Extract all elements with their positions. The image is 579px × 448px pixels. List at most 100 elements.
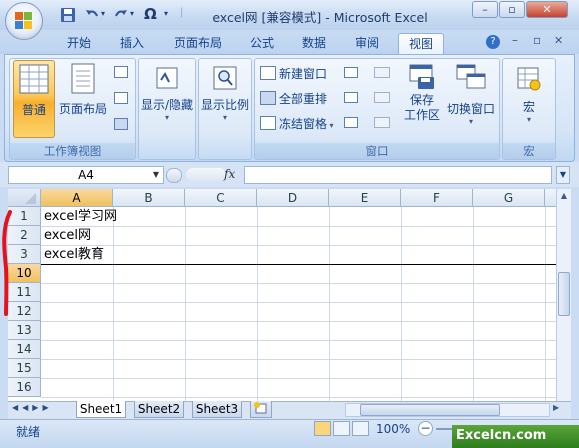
tab-page-layout[interactable]: 页面布局 [166,33,230,54]
split-icon[interactable] [344,67,358,78]
scroll-right-icon[interactable]: ▶ [553,403,559,412]
switch-windows-dropdown-icon: ▾ [468,117,473,126]
column-header-f[interactable]: F [401,189,473,207]
column-header-g[interactable]: G [473,189,545,207]
row-header-15[interactable]: 15 [8,359,41,378]
status-page-break-icon[interactable] [352,421,369,436]
status-normal-view-icon[interactable] [314,421,331,436]
zoom-button[interactable]: 显示比例 ▾ [199,60,251,136]
formula-input[interactable] [244,166,552,184]
synchronous-scrolling-icon[interactable] [374,92,390,103]
red-annotation-mark [2,210,12,316]
undo-icon[interactable] [84,7,100,23]
tab-data[interactable]: 数据 [292,33,336,54]
cell-a2[interactable]: excel网 [44,226,91,245]
sheet-tab-sheet2[interactable]: Sheet2 [134,401,184,418]
ribbon-minimize-button[interactable]: – [512,33,518,47]
save-workspace-icon [408,63,436,91]
macros-button[interactable]: 宏 ▾ [503,60,555,136]
sheet-tab-sheet1[interactable]: Sheet1 [76,401,126,418]
arrange-all-button[interactable]: 全部重排 [260,90,327,108]
normal-view-label: 普通 [21,103,46,117]
new-window-icon [260,66,276,80]
qat-dropdown-icon[interactable]: ▾ [164,9,168,18]
page-layout-view-button[interactable]: 页面布局 [57,60,109,138]
maximize-button[interactable]: ▫ [499,1,525,18]
macros-label: 宏 [522,100,535,114]
freeze-panes-button[interactable]: 冻结窗格 ▾ [260,115,334,133]
zoom-out-button[interactable]: − [418,421,433,436]
horizontal-scroll-thumb[interactable] [360,404,500,416]
view-side-by-side-icon[interactable] [374,67,390,78]
tab-review[interactable]: 审阅 [345,33,389,54]
minimize-button[interactable]: – [472,1,498,18]
freeze-panes-label: 冻结窗格 [279,117,328,131]
page-layout-icon [69,63,97,95]
insert-sheet-icon[interactable] [250,401,272,418]
redo-dropdown-icon[interactable]: ▾ [130,9,134,18]
select-all-button[interactable] [8,189,41,207]
office-logo-icon [15,12,33,30]
office-button[interactable] [5,2,43,40]
close-button[interactable]: ✕ [526,1,568,18]
status-text: 就绪 [16,425,41,439]
row-header-14[interactable]: 14 [8,340,41,359]
page-break-preview-icon[interactable] [114,66,128,78]
help-icon[interactable]: ? [486,35,500,49]
show-hide-button[interactable]: 显示/隐藏 ▾ [139,60,195,136]
zoom-level[interactable]: 100% [376,422,410,436]
formula-tools: fx [162,166,240,184]
status-page-layout-icon[interactable] [333,421,350,436]
symbol-omega-button[interactable]: Ω [144,5,157,23]
cell-a1[interactable]: excel学习网 [44,207,117,226]
ribbon-close-button[interactable]: ✕ [554,34,563,47]
name-box-value: A4 [78,168,94,182]
tab-formulas[interactable]: 公式 [240,33,284,54]
normal-view-button[interactable]: 普通 [13,60,55,138]
tab-insert[interactable]: 插入 [110,33,154,54]
cell-a3[interactable]: excel教育 [44,245,104,264]
save-workspace-button[interactable]: 保存 工作区 [400,60,444,136]
column-header-a[interactable]: A [41,189,113,207]
group-label-window: 窗口 [255,143,499,159]
vertical-scroll-thumb[interactable] [558,272,570,316]
column-header-d[interactable]: D [257,189,329,207]
worksheet-grid[interactable]: A B C D E F G 1 2 3 10 11 12 13 14 15 16… [8,189,556,401]
undo-dropdown-icon[interactable]: ▾ [101,9,105,18]
tab-home[interactable]: 开始 [57,33,101,54]
insert-function-button[interactable]: fx [224,167,235,181]
column-header-e[interactable]: E [329,189,401,207]
expand-formula-bar-icon[interactable]: ▼ [556,166,570,184]
full-screen-icon[interactable] [114,118,128,130]
save-workspace-label-line2: 工作区 [403,108,440,122]
new-window-button[interactable]: 新建窗口 [260,65,327,83]
zoom-dropdown-icon: ▾ [222,113,227,122]
sheet-nav-icons[interactable]: ◀◀▶▶ [12,403,53,412]
save-icon[interactable] [60,7,76,23]
new-window-label: 新建窗口 [279,67,328,81]
show-hide-dropdown-icon: ▾ [164,113,169,122]
scroll-up-icon[interactable]: ▲ [558,191,570,205]
tab-view[interactable]: 视图 [398,33,444,54]
row-header-13[interactable]: 13 [8,321,41,340]
show-hide-icon [155,66,179,90]
custom-views-icon[interactable] [114,92,128,104]
hide-window-icon[interactable] [344,92,358,103]
freeze-panes-dropdown-icon: ▾ [327,121,334,130]
redo-icon[interactable] [113,7,129,23]
column-header-b[interactable]: B [113,189,185,207]
formula-bar-handle-icon[interactable] [166,168,182,183]
name-box-dropdown-icon[interactable]: ▼ [153,167,159,183]
column-header-h[interactable] [545,189,556,207]
sheet-tab-sheet3[interactable]: Sheet3 [192,401,242,418]
switch-windows-button[interactable]: 切换窗口 ▾ [444,60,498,136]
unhide-window-icon[interactable] [344,117,358,128]
magnifier-icon [213,66,237,90]
freeze-panes-icon [260,116,276,130]
reset-window-position-icon[interactable] [374,117,390,128]
group-label-workbook-views: 工作簿视图 [10,143,135,159]
ribbon-restore-button[interactable]: ▫ [533,33,541,47]
name-box[interactable]: A4 ▼ [8,166,164,184]
row-header-16[interactable]: 16 [8,378,41,397]
column-header-c[interactable]: C [185,189,257,207]
